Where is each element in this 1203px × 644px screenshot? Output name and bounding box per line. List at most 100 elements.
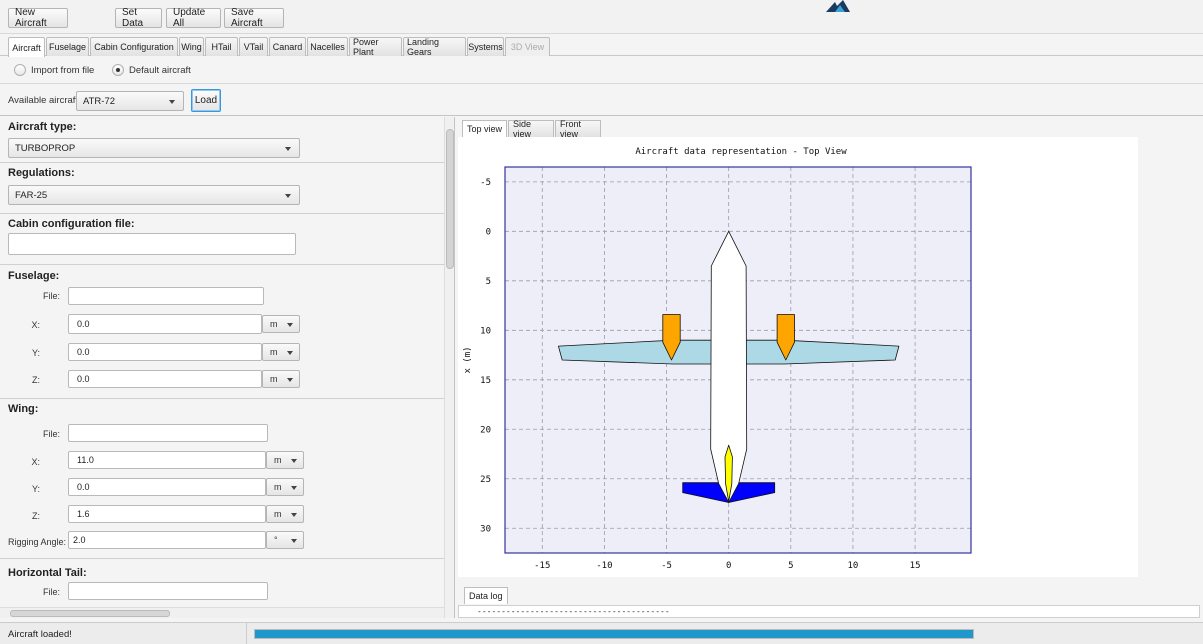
fuselage-y-label: Y: bbox=[31, 348, 40, 358]
wing-x-label: X: bbox=[31, 457, 40, 467]
cabin-configuration-title: Cabin configuration file: bbox=[8, 218, 135, 230]
x-tick-label: 5 bbox=[788, 561, 793, 571]
tab-3d-view: 3D View bbox=[505, 37, 550, 56]
unit-value: ° bbox=[274, 535, 278, 545]
fuselage-z-unit-select[interactable]: m bbox=[262, 370, 300, 388]
wing-title: Wing: bbox=[8, 403, 39, 415]
wing-y-unit-select[interactable]: m bbox=[266, 478, 304, 496]
update-all-button[interactable]: Update All bbox=[166, 7, 221, 29]
save-aircraft-button[interactable]: Save Aircraft bbox=[224, 7, 284, 29]
divider bbox=[0, 213, 444, 214]
progress-bar bbox=[254, 629, 974, 639]
new-aircraft-button[interactable]: New Aircraft bbox=[8, 7, 68, 29]
tab-wing[interactable]: Wing bbox=[179, 37, 204, 56]
set-data-button[interactable]: Set Data bbox=[115, 7, 162, 29]
data-log-text: ---------------------------------------- bbox=[458, 605, 1200, 618]
import-from-file-label: Import from file bbox=[31, 64, 95, 76]
chevron-down-icon bbox=[287, 351, 293, 355]
available-aircrafts-label: Available aircrafts: bbox=[8, 95, 86, 106]
wing-y-input[interactable]: 0.0 bbox=[68, 478, 266, 496]
load-button[interactable]: Load bbox=[191, 89, 221, 112]
wing-z-input[interactable]: 1.6 bbox=[68, 505, 266, 523]
toolbar: New Aircraft Set Data Update All Save Ai… bbox=[0, 0, 1203, 34]
divider bbox=[0, 558, 444, 559]
unit-value: m bbox=[274, 455, 282, 465]
wing-z-unit-select[interactable]: m bbox=[266, 505, 304, 523]
aircraft-form-panel: Aircraft type: TURBOPROP Regulations: FA… bbox=[0, 117, 455, 618]
chart-title: Aircraft data representation - Top View bbox=[635, 147, 847, 157]
tab-nacelles[interactable]: Nacelles bbox=[307, 37, 348, 56]
y-tick-label: 5 bbox=[486, 277, 491, 287]
x-tick-label: -15 bbox=[534, 561, 550, 571]
chevron-down-icon bbox=[291, 513, 297, 517]
chevron-down-icon bbox=[169, 100, 175, 104]
cabin-configuration-file-input[interactable] bbox=[8, 233, 296, 255]
tab-vtail[interactable]: VTail bbox=[239, 37, 268, 56]
x-tick-label: -10 bbox=[596, 561, 612, 571]
tab-landing-gears[interactable]: Landing Gears bbox=[403, 37, 466, 57]
progress-fill bbox=[255, 630, 973, 638]
x-tick-label: 15 bbox=[910, 561, 921, 571]
fuselage-file-label: File: bbox=[42, 291, 60, 301]
available-aircraft-value: ATR-72 bbox=[83, 95, 116, 107]
fuselage-x-label: X: bbox=[31, 320, 40, 330]
x-tick-label: 0 bbox=[726, 561, 731, 571]
status-bar: Aircraft loaded! bbox=[0, 622, 1203, 644]
fuselage-z-label: Z: bbox=[32, 375, 40, 385]
top-view-chart: Aircraft data representation - Top View -… bbox=[463, 147, 972, 571]
unit-value: m bbox=[270, 319, 278, 329]
tab-systems[interactable]: Systems bbox=[467, 37, 504, 56]
fuselage-file-input[interactable] bbox=[68, 287, 264, 305]
divider bbox=[0, 162, 444, 163]
chevron-down-icon bbox=[287, 378, 293, 382]
tab-canard[interactable]: Canard bbox=[269, 37, 306, 56]
tab-front-view[interactable]: Front view bbox=[555, 119, 601, 139]
chart-area: Aircraft data representation - Top View -… bbox=[458, 137, 1138, 577]
rigging-angle-label: Rigging Angle: bbox=[8, 537, 67, 547]
htail-file-label: File: bbox=[42, 587, 60, 597]
fuselage-y-unit-select[interactable]: m bbox=[262, 343, 300, 361]
form-vertical-scrollbar[interactable] bbox=[444, 117, 454, 618]
import-from-file-radio[interactable]: Import from file bbox=[14, 64, 94, 76]
tab-fuselage[interactable]: Fuselage bbox=[46, 37, 89, 56]
tab-aircraft[interactable]: Aircraft bbox=[8, 37, 45, 57]
default-aircraft-label: Default aircraft bbox=[129, 64, 191, 76]
rigging-angle-input[interactable]: 2.0 bbox=[68, 531, 266, 549]
aircraft-type-select[interactable]: TURBOPROP bbox=[8, 138, 300, 158]
fuselage-x-input[interactable]: 0.0 bbox=[68, 314, 262, 334]
tab-power-plant[interactable]: Power Plant bbox=[349, 37, 402, 57]
tab-side-view[interactable]: Side view bbox=[508, 119, 554, 139]
form-horizontal-scrollbar[interactable] bbox=[0, 607, 444, 618]
chevron-down-icon bbox=[287, 323, 293, 327]
aircraft-type-title: Aircraft type: bbox=[8, 121, 77, 133]
app-logo-icon bbox=[826, 0, 850, 12]
wing-file-input[interactable] bbox=[68, 424, 268, 442]
y-tick-label: 30 bbox=[480, 524, 491, 534]
fuselage-y-input[interactable]: 0.0 bbox=[68, 343, 262, 361]
fuselage-z-input[interactable]: 0.0 bbox=[68, 370, 262, 388]
rigging-angle-unit-select[interactable]: ° bbox=[266, 531, 304, 549]
tab-data-log[interactable]: Data log bbox=[464, 587, 508, 604]
tab-top-view[interactable]: Top view bbox=[462, 120, 507, 137]
tab-cabin-configuration[interactable]: Cabin Configuration bbox=[90, 37, 178, 56]
htail-file-input[interactable] bbox=[68, 582, 268, 600]
y-tick-label: 10 bbox=[480, 326, 491, 336]
wing-x-input[interactable]: 11.0 bbox=[68, 451, 266, 469]
available-aircraft-select[interactable]: ATR-72 bbox=[76, 91, 184, 111]
divider bbox=[0, 398, 444, 399]
y-tick-label: -5 bbox=[480, 178, 491, 188]
scroll-thumb[interactable] bbox=[10, 610, 170, 617]
fuselage-x-unit-select[interactable]: m bbox=[262, 315, 300, 333]
y-tick-label: 25 bbox=[480, 475, 491, 485]
aircraft-type-value: TURBOPROP bbox=[15, 142, 76, 154]
main-tab-bar: Aircraft Fuselage Cabin Configuration Wing H… bbox=[0, 36, 1203, 57]
available-aircraft-row: Available aircrafts: ATR-72 Load bbox=[0, 86, 1203, 116]
chevron-down-icon bbox=[285, 194, 291, 198]
regulations-title: Regulations: bbox=[8, 167, 75, 179]
regulations-select[interactable]: FAR-25 bbox=[8, 185, 300, 205]
divider bbox=[246, 623, 247, 644]
wing-x-unit-select[interactable]: m bbox=[266, 451, 304, 469]
default-aircraft-radio[interactable]: Default aircraft bbox=[112, 64, 191, 76]
scroll-thumb[interactable] bbox=[446, 129, 454, 269]
tab-htail[interactable]: HTail bbox=[205, 37, 238, 56]
